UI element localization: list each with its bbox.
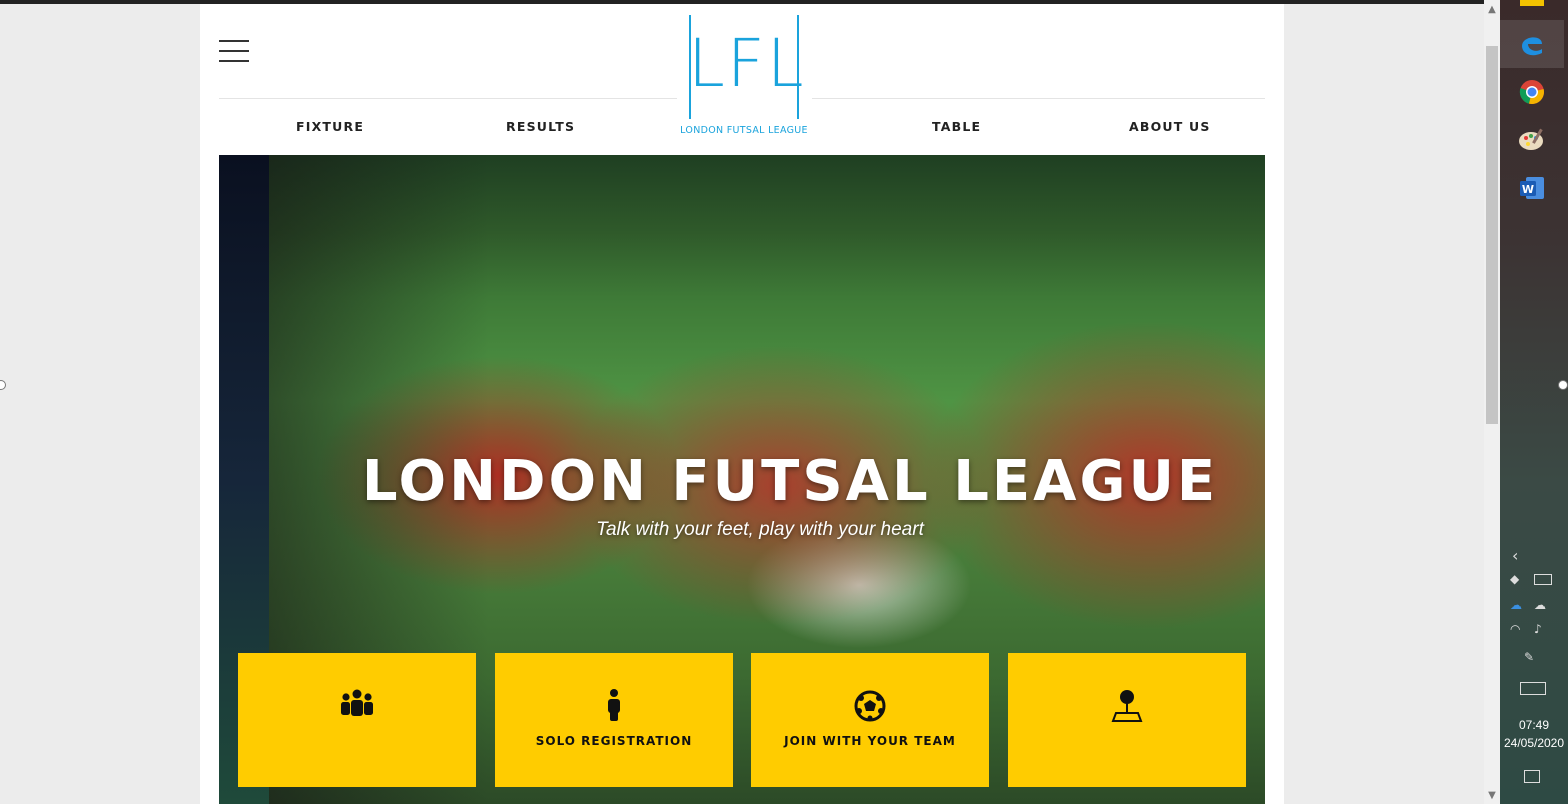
tile-solo-registration-label: SOLO REGISTRATION [535, 734, 693, 748]
resize-handle-left[interactable] [0, 380, 6, 390]
file-explorer-icon[interactable] [1520, 0, 1544, 6]
tile-join-with-your-team[interactable]: JOIN WITH YOUR TEAM [751, 653, 989, 787]
hero-title: LONDON FUTSAL LEAGUE [361, 449, 1219, 514]
tile-solo-registration[interactable]: SOLO REGISTRATION [495, 653, 733, 787]
logo-subtitle: LONDON FUTSAL LEAGUE [680, 125, 808, 136]
notification-icon[interactable] [1524, 770, 1540, 783]
scroll-up-icon[interactable]: ▲ [1484, 2, 1500, 18]
football-icon [854, 690, 886, 722]
svg-text:W: W [1522, 183, 1534, 196]
site-logo[interactable]: LFL LONDON FUTSAL LEAGUE [680, 15, 808, 140]
volume-icon[interactable]: ♪ [1534, 622, 1542, 636]
edge-icon[interactable] [1516, 28, 1548, 60]
paint-icon[interactable] [1516, 124, 1548, 156]
wifi-icon[interactable]: ◠ [1510, 622, 1520, 636]
resize-handle-right[interactable] [1558, 380, 1568, 390]
windows-taskbar: W ‹ ◆ ☁ ☁ ◠ ♪ ✎ 07:49 24/05/2020 [1500, 0, 1568, 804]
pen-icon[interactable]: ✎ [1524, 650, 1534, 664]
keyboard-icon[interactable] [1520, 682, 1546, 695]
person-icon [608, 689, 620, 721]
header-divider-left [219, 98, 677, 99]
logo-mark: LFL [688, 25, 806, 102]
web-page: LFL LONDON FUTSAL LEAGUE FIXTURE RESULTS… [200, 4, 1284, 804]
word-icon[interactable]: W [1516, 172, 1548, 204]
tile-group[interactable] [238, 653, 476, 787]
menu-icon[interactable] [219, 40, 249, 64]
nav-about-us[interactable]: ABOUT US [1129, 119, 1211, 134]
hero-tagline: Talk with your feet, play with your hear… [596, 519, 924, 540]
dropbox-icon[interactable]: ◆ [1510, 572, 1519, 586]
cloud-icon[interactable]: ☁ [1534, 598, 1546, 612]
hero-banner: LONDON FUTSAL LEAGUE Talk with your feet… [219, 155, 1265, 804]
header-divider-right [812, 98, 1265, 99]
group-icon [341, 689, 373, 716]
tile-join-with-your-team-label: JOIN WITH YOUR TEAM [784, 734, 956, 748]
page-scrollbar[interactable]: ▲ ▼ [1484, 0, 1500, 804]
nav-fixture[interactable]: FIXTURE [296, 119, 364, 134]
onedrive-icon[interactable]: ☁ [1510, 598, 1522, 612]
location-pin-icon [1111, 690, 1143, 722]
chrome-icon[interactable] [1516, 76, 1548, 108]
clock-date[interactable]: 24/05/2020 [1500, 736, 1568, 750]
chevron-left-icon[interactable]: ‹ [1512, 546, 1518, 565]
nav-table[interactable]: TABLE [932, 119, 981, 134]
battery-icon[interactable] [1534, 574, 1552, 585]
clock-time[interactable]: 07:49 [1500, 718, 1568, 732]
tile-location[interactable] [1008, 653, 1246, 787]
scroll-down-icon[interactable]: ▼ [1484, 788, 1500, 804]
nav-results[interactable]: RESULTS [506, 119, 575, 134]
scrollbar-thumb[interactable] [1486, 46, 1498, 424]
